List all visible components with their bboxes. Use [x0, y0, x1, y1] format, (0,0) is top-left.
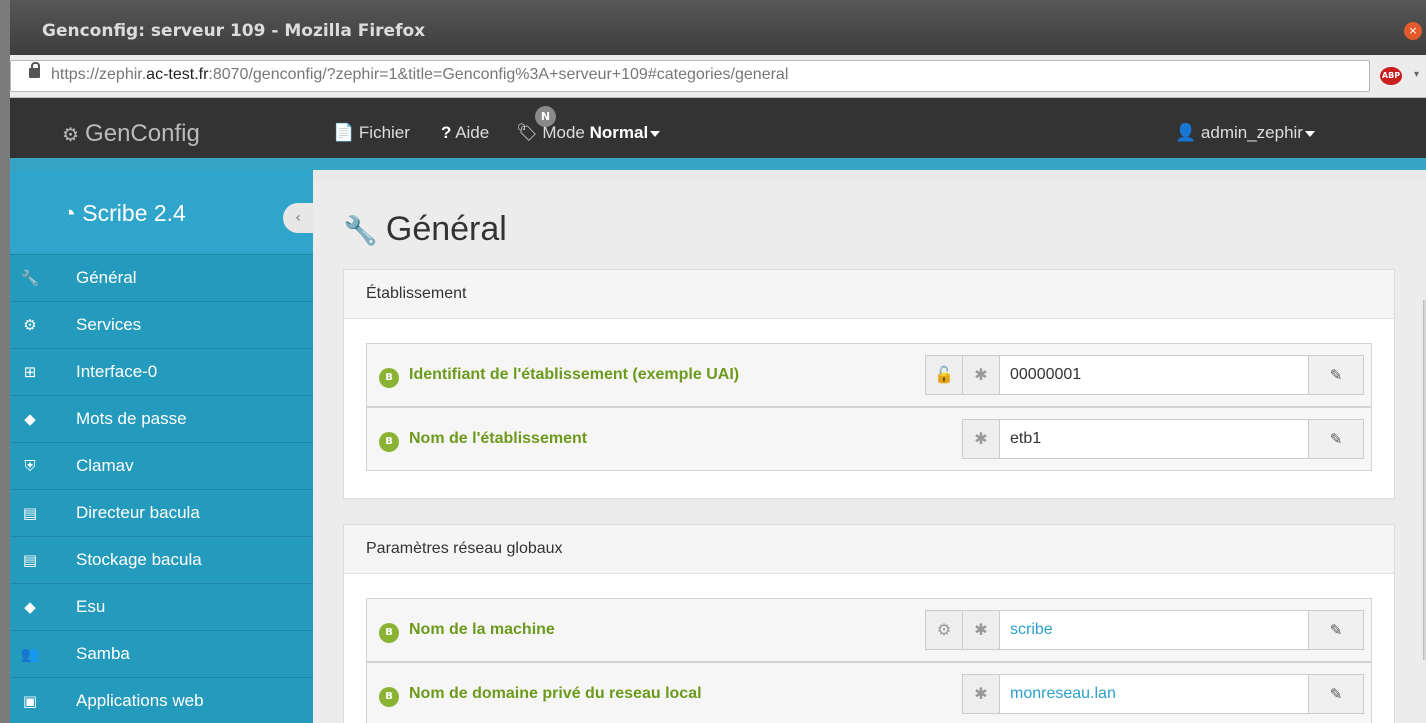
sidebar-item-label: Interface-0	[76, 362, 158, 381]
navbar-accent-stripe	[10, 158, 1426, 170]
sidebar-item-général[interactable]: 🔧 Général	[10, 254, 313, 301]
field-label: Identifiant de l'établissement (exemple …	[409, 366, 740, 383]
sidebar-item-samba[interactable]: 👥 Samba	[10, 630, 313, 677]
sidebar-item-mots-de-passe[interactable]: ◆ Mots de passe	[10, 395, 313, 442]
sidebar-item-label: Général	[76, 268, 137, 287]
cogs-icon: ⚙	[62, 125, 80, 146]
sidebar-item-clamav[interactable]: ⛨ Clamav	[10, 442, 313, 489]
basic-badge: B	[379, 432, 399, 452]
panel-etablissement: Établissement B Identifiant de l'établis…	[343, 269, 1395, 499]
wrench-icon: 🔧	[20, 269, 40, 287]
sidebar-collapse-button[interactable]: ‹	[283, 203, 313, 233]
sidebar-item-interface-0[interactable]: ⊞ Interface-0	[10, 348, 313, 395]
user-icon: 👤	[1175, 123, 1197, 142]
caret-down-icon	[650, 130, 661, 137]
sidebar-item-applications-web[interactable]: ▣ Applications web	[10, 677, 313, 723]
caret-down-icon	[1304, 130, 1315, 137]
sidebar-item-label: Services	[76, 315, 142, 334]
window-titlebar: Genconfig: serveur 109 - Mozilla Firefox…	[10, 0, 1426, 55]
url-text[interactable]: https://zephir.ac-test.fr:8070/genconfig…	[51, 66, 788, 84]
basic-badge: B	[379, 623, 399, 643]
url-bar[interactable]: https://zephir.ac-test.fr:8070/genconfig…	[10, 60, 1370, 92]
tags-icon: ◆	[24, 598, 36, 616]
sidebar-item-services[interactable]: ⚙ Services	[10, 301, 313, 348]
user-menu[interactable]: 👤 admin_zephir	[1175, 123, 1315, 143]
field-nom-etablissement: B Nom de l'établissement ✱ etb1 ✎	[366, 407, 1372, 471]
field-label: Nom de l'établissement	[409, 430, 588, 447]
field-input[interactable]: monreseau.lan	[999, 674, 1309, 714]
asterisk-icon: ✱	[962, 610, 1000, 650]
sitemap-icon: ⊞	[23, 363, 37, 381]
menu-aide[interactable]: ? Aide	[441, 123, 489, 143]
adblock-plus-icon[interactable]: ABP	[1380, 67, 1402, 85]
window-title: Genconfig: serveur 109 - Mozilla Firefox	[42, 21, 426, 41]
asterisk-icon: ✱	[962, 674, 1000, 714]
sidebar-item-label: Samba	[76, 644, 130, 663]
cogs-icon: ⚙	[23, 316, 37, 334]
archive-icon: ▤	[22, 504, 38, 522]
question-icon: ?	[441, 123, 452, 142]
tag-icon: 🏷	[516, 123, 538, 142]
users-icon: 👥	[20, 645, 40, 663]
sidebar-header: ◔ Scribe 2.4 ‹	[10, 170, 313, 254]
panel-heading: Paramètres réseau globaux	[344, 525, 1394, 574]
toolbar-menu-chevron-icon[interactable]: ▾	[1414, 69, 1419, 80]
asterisk-icon: ✱	[962, 419, 1000, 459]
sidebar-item-label: Mots de passe	[76, 409, 187, 428]
sidebar-item-label: Esu	[76, 597, 106, 616]
firefox-window: Genconfig: serveur 109 - Mozilla Firefox…	[10, 0, 1426, 723]
sidebar-item-label: Clamav	[76, 456, 134, 475]
main-content: 🔧 Général Établissement B Identifiant de …	[313, 182, 1426, 723]
basic-badge: B	[379, 687, 399, 707]
panel-heading: Établissement	[344, 270, 1394, 319]
field-input[interactable]: etb1	[999, 419, 1309, 459]
field-identifiant: B Identifiant de l'établissement (exempl…	[366, 343, 1372, 407]
sidebar-item-label: Directeur bacula	[76, 503, 200, 522]
asterisk-icon: ✱	[962, 355, 1000, 395]
file-icon: 📄	[333, 123, 355, 142]
tags-icon: ◆	[24, 410, 36, 428]
basic-badge: B	[379, 368, 399, 388]
archive-icon: ▤	[22, 551, 38, 569]
menu-fichier[interactable]: 📄 Fichier	[333, 123, 410, 143]
edit-button[interactable]: ✎	[1308, 674, 1364, 714]
brand[interactable]: ⚙ GenConfig	[62, 120, 200, 148]
shield-icon: ⛨	[24, 457, 36, 475]
panel-parametres-reseau: Paramètres réseau globaux B Nom de la ma…	[343, 524, 1395, 723]
edit-button[interactable]: ✎	[1308, 355, 1364, 395]
field-label: Nom de la machine	[409, 621, 555, 638]
sidebar-item-directeur-bacula[interactable]: ▤ Directeur bacula	[10, 489, 313, 536]
sidebar-title[interactable]: ◔ Scribe 2.4	[62, 200, 186, 227]
menu-mode[interactable]: 🏷 Mode Normal	[516, 123, 661, 143]
unlock-icon[interactable]: 🔓	[925, 355, 963, 395]
browser-toolbar: https://zephir.ac-test.fr:8070/genconfig…	[10, 55, 1426, 98]
lock-icon	[29, 62, 40, 78]
wrench-icon: 🔧	[343, 215, 378, 246]
dashboard-icon: ◔	[62, 200, 76, 226]
web-app-icon: ▣	[22, 692, 38, 710]
field-nom-domaine: B Nom de domaine privé du reseau local ✱…	[366, 662, 1372, 723]
sidebar-item-label: Stockage bacula	[76, 550, 202, 569]
field-input[interactable]: 00000001	[999, 355, 1309, 395]
cogs-icon[interactable]: ⚙	[925, 610, 963, 650]
sidebar-item-stockage-bacula[interactable]: ▤ Stockage bacula	[10, 536, 313, 583]
field-label: Nom de domaine privé du reseau local	[409, 685, 702, 702]
sidebar-item-label: Applications web	[76, 691, 204, 710]
field-input[interactable]: scribe	[999, 610, 1309, 650]
window-close-button[interactable]: ×	[1404, 22, 1422, 40]
page-title: 🔧 Général	[343, 210, 507, 248]
edit-button[interactable]: ✎	[1308, 419, 1364, 459]
edit-button[interactable]: ✎	[1308, 610, 1364, 650]
top-navbar: ⚙ GenConfig 📄 Fichier ? Aide 🏷 Mode Norma…	[10, 98, 1426, 170]
mode-badge: N	[535, 106, 556, 127]
sidebar-item-esu[interactable]: ◆ Esu	[10, 583, 313, 630]
field-nom-machine: B Nom de la machine ⚙ ✱ scribe ✎	[366, 598, 1372, 662]
